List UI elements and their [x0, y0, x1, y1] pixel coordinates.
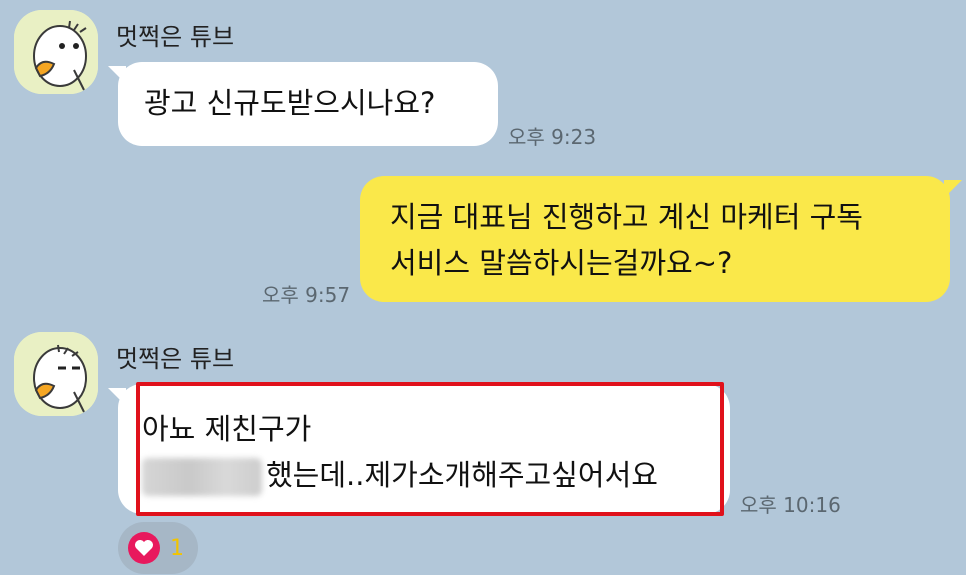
message-bubble-incoming[interactable]: 광고 신규도받으시나요? [118, 62, 498, 146]
reaction-badge[interactable]: 1 [118, 522, 198, 574]
message-text: 광고 신규도받으시나요? [144, 86, 436, 120]
sender-avatar[interactable] [14, 10, 98, 94]
reaction-count: 1 [170, 535, 184, 561]
message-time: 오후 9:57 [262, 283, 351, 307]
sender-avatar[interactable] [14, 332, 98, 416]
sender-name: 멋쩍은 튜브 [116, 23, 235, 51]
message-time: 오후 10:16 [740, 493, 841, 517]
highlight-box [136, 382, 724, 516]
duck-avatar-icon [14, 10, 98, 94]
message-text-line1: 지금 대표님 진행하고 계신 마케터 구독 [390, 200, 863, 234]
heart-icon [128, 532, 160, 564]
bubble-tail [944, 180, 962, 198]
duck-avatar-icon [14, 332, 98, 416]
sender-name: 멋쩍은 튜브 [116, 345, 235, 373]
message-text-line2: 서비스 말씀하시는걸까요~? [390, 246, 733, 280]
message-time: 오후 9:23 [508, 125, 597, 149]
message-bubble-outgoing[interactable]: 지금 대표님 진행하고 계신 마케터 구독 서비스 말씀하시는걸까요~? [360, 176, 950, 302]
